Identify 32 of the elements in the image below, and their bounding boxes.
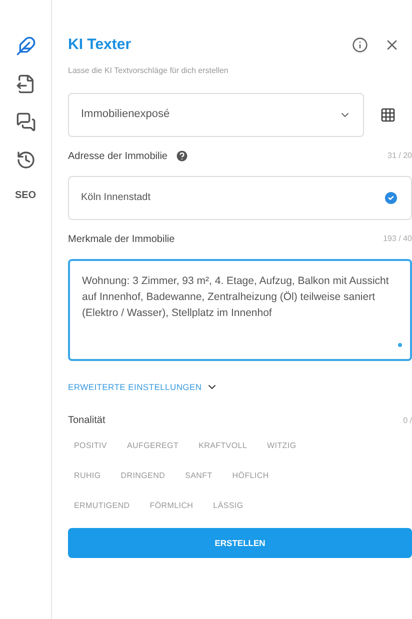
- character-counter: 193 / 40: [383, 233, 412, 245]
- field-label: Merkmale der Immobilie: [68, 232, 175, 246]
- help-icon[interactable]: [175, 149, 190, 163]
- tone-chip[interactable]: POSITIV: [68, 436, 113, 456]
- history-icon[interactable]: [16, 150, 36, 170]
- section-label: Tonalität: [68, 414, 106, 428]
- features-textarea[interactable]: Wohnung: 3 Zimmer, 93 m², 4. Etage, Aufzug, Balkon mit Aussicht auf Innenhof, Badewanne, Zentralheizung (Öl) teilweise saniert (Elektro / Wasser), Stellplatz im Innenhof: [68, 258, 412, 360]
- tone-chip[interactable]: KRAFTVOLL: [192, 436, 254, 456]
- tone-chip[interactable]: HÖFLICH: [226, 466, 275, 486]
- tone-chip[interactable]: AUFGEREGT: [120, 436, 185, 456]
- advanced-settings-toggle[interactable]: ERWEITERTE EINSTELLUNGEN: [68, 380, 218, 394]
- tone-chip[interactable]: WITZIG: [261, 436, 302, 456]
- chat-icon[interactable]: [16, 112, 36, 132]
- tone-chip[interactable]: RUHIG: [68, 466, 107, 486]
- panel-title: KI Texter: [68, 35, 132, 55]
- tone-chip[interactable]: FÖRMLICH: [144, 496, 200, 516]
- grid-icon[interactable]: [380, 106, 396, 122]
- document-icon[interactable]: [16, 74, 36, 94]
- info-icon[interactable]: [352, 37, 368, 54]
- tone-chip[interactable]: ERMUTIGEND: [68, 496, 136, 516]
- create-button[interactable]: ERSTELLEN: [68, 528, 412, 558]
- seo-link[interactable]: SEO: [14, 188, 36, 203]
- feather-icon[interactable]: [16, 36, 36, 56]
- tone-chip[interactable]: DRINGEND: [114, 466, 172, 486]
- character-counter: 31 / 20: [388, 150, 412, 162]
- character-counter: 0 /: [403, 414, 412, 427]
- panel-subtitle: Lasse die KI Textvorschläge für dich erstellen: [68, 64, 230, 76]
- address-field[interactable]: Köln Innenstadt: [68, 176, 412, 220]
- tone-chip[interactable]: SANFT: [179, 466, 218, 486]
- field-label: Adresse der Immobilie: [68, 150, 168, 164]
- tone-chip[interactable]: LÄSSIG: [207, 496, 250, 516]
- template-select[interactable]: Immobilienexposé: [68, 92, 364, 136]
